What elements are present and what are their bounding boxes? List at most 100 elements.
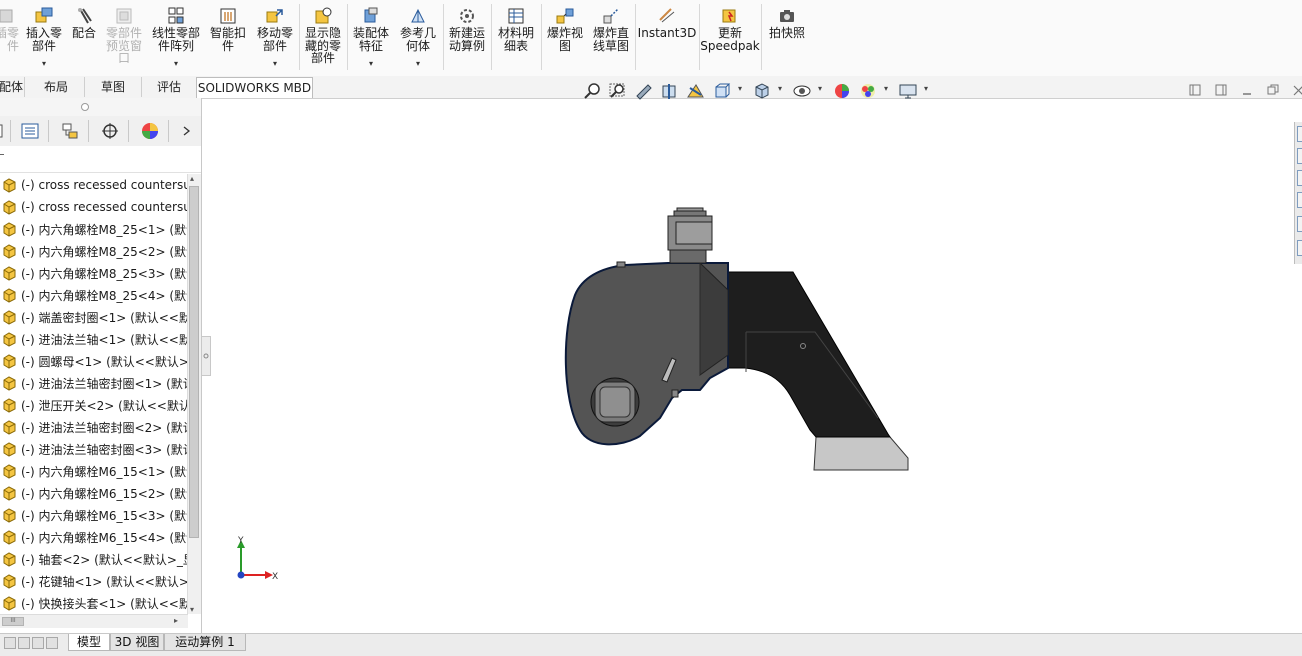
tree-item[interactable]: (-) 端盖密封圈<1> (默认<<默 xyxy=(0,306,188,328)
task-pane-appearances-icon[interactable] xyxy=(1297,216,1302,232)
feature-tree: (-) cross recessed countersu (-) cross re… xyxy=(0,174,188,614)
part-icon xyxy=(3,178,16,193)
reference-geometry-button[interactable]: 参考几 何体 ▾ xyxy=(394,2,442,72)
insert-component-icon xyxy=(35,7,53,23)
chevron-down-icon[interactable]: ▾ xyxy=(42,59,46,68)
tree-item[interactable]: (-) 进油法兰轴<1> (默认<<默 xyxy=(0,328,188,350)
tree-vertical-scrollbar[interactable]: ▴ ▾ xyxy=(187,174,201,614)
panel-grip[interactable] xyxy=(0,98,201,116)
tree-item[interactable]: (-) 进油法兰轴密封圈<1> (默认 xyxy=(0,372,188,394)
tree-item[interactable]: (-) 花键轴<1> (默认<<默认>_ xyxy=(0,570,188,592)
mate-button[interactable]: 配合 xyxy=(68,2,100,72)
linear-pattern-button[interactable]: 线性零部 件阵列 ▾ xyxy=(148,2,204,72)
graphics-area[interactable]: Y X xyxy=(209,98,1294,633)
chevron-down-icon[interactable]: ▾ xyxy=(924,84,928,93)
component-preview-button[interactable]: 零部件 预览窗 口 xyxy=(100,2,148,72)
tab-model[interactable]: 模型 xyxy=(68,634,110,651)
restore-icon[interactable] xyxy=(1266,83,1280,97)
scroll-thumb[interactable]: III xyxy=(2,617,24,626)
tree-item[interactable]: (-) 内六角螺栓M8_25<1> (默认 xyxy=(0,218,188,240)
manager-tabs xyxy=(0,116,201,147)
chevron-down-icon[interactable]: ▾ xyxy=(778,84,782,93)
chevron-down-icon[interactable]: ▾ xyxy=(818,84,822,93)
task-pane-resources-icon[interactable] xyxy=(1297,148,1302,164)
chevron-down-icon[interactable]: ▾ xyxy=(369,59,373,68)
tree-item[interactable]: (-) 进油法兰轴密封圈<2> (默认 xyxy=(0,416,188,438)
tab-3d-views[interactable]: 3D 视图 xyxy=(110,634,164,651)
new-motion-study-button[interactable]: 新建运 动算例 xyxy=(444,2,490,72)
bill-of-materials-button[interactable]: 材料明 细表 xyxy=(492,2,540,72)
tree-filter-row[interactable] xyxy=(0,146,201,173)
tree-item[interactable]: (-) 内六角螺栓M8_25<3> (默认 xyxy=(0,262,188,284)
prev-tab-icon[interactable] xyxy=(18,637,30,649)
chevron-down-icon[interactable]: ▾ xyxy=(174,59,178,68)
scroll-right-icon[interactable]: ▸ xyxy=(174,616,178,625)
scroll-down-icon[interactable]: ▾ xyxy=(190,605,194,614)
tree-item[interactable]: (-) 内六角螺栓M6_15<1> (默认 xyxy=(0,460,188,482)
assembly-features-icon xyxy=(364,7,378,23)
chevron-down-icon[interactable]: ▾ xyxy=(416,59,420,68)
take-snapshot-button[interactable]: 拍快照 xyxy=(762,2,812,72)
tile-right-icon[interactable] xyxy=(1214,83,1228,97)
move-component-button[interactable]: 移动零 部件 ▾ xyxy=(252,2,298,72)
tree-horizontal-scrollbar[interactable]: III ▸ xyxy=(0,614,188,628)
tree-item[interactable]: (-) 轴套<2> (默认<<默认>_显 xyxy=(0,548,188,570)
tree-item[interactable]: (-) cross recessed countersu xyxy=(0,196,188,218)
component-preview-icon xyxy=(116,8,132,24)
chevron-down-icon[interactable]: ▾ xyxy=(273,59,277,68)
minimize-icon[interactable] xyxy=(1240,83,1254,97)
tab-sketch[interactable]: 草图 xyxy=(85,77,142,97)
last-tab-icon[interactable] xyxy=(46,637,58,649)
ribbon-button-cut[interactable]: 插零 件 xyxy=(0,2,20,72)
tree-item[interactable]: (-) 圆螺母<1> (默认<<默认>_ xyxy=(0,350,188,372)
tab-solidworks-mbd[interactable]: SOLIDWORKS MBD xyxy=(196,77,313,98)
coordinate-triad: Y X xyxy=(237,536,278,582)
scroll-thumb[interactable] xyxy=(189,186,199,538)
assembly-features-button[interactable]: 装配体 特征 ▾ xyxy=(348,2,394,72)
task-pane-custom-properties-icon[interactable] xyxy=(1297,240,1302,256)
update-speedpak-button[interactable]: 更新 Speedpak xyxy=(700,2,760,72)
tree-item[interactable]: (-) 内六角螺栓M8_25<2> (默认 xyxy=(0,240,188,262)
tree-item[interactable]: (-) 泄压开关<2> (默认<<默认 xyxy=(0,394,188,416)
task-pane-file-explorer-icon[interactable] xyxy=(1297,192,1302,208)
explode-line-sketch-button[interactable]: 爆炸直 线草图 xyxy=(588,2,634,72)
tree-item[interactable]: (-) 内六角螺栓M6_15<4> (默认 xyxy=(0,526,188,548)
configuration-manager-icon xyxy=(62,123,78,139)
tile-left-icon[interactable] xyxy=(1188,83,1202,97)
next-tab-icon[interactable] xyxy=(32,637,44,649)
part-icon xyxy=(3,508,16,523)
tab-assembly[interactable]: 配体 xyxy=(0,77,25,97)
tabs-next-arrow[interactable] xyxy=(172,120,200,142)
part-icon xyxy=(3,288,16,303)
tab-configuration-manager[interactable] xyxy=(52,120,89,142)
tree-item-label: (-) 内六角螺栓M8_25<2> (默认 xyxy=(21,244,188,259)
chevron-down-icon[interactable]: ▾ xyxy=(884,84,888,93)
task-pane-home-icon[interactable] xyxy=(1297,126,1302,142)
chevron-down-icon[interactable]: ▾ xyxy=(738,84,742,93)
tab-display-manager[interactable] xyxy=(132,120,169,142)
part-icon xyxy=(3,442,16,457)
exploded-view-button[interactable]: 爆炸视 图 xyxy=(542,2,588,72)
close-icon[interactable] xyxy=(1290,83,1302,97)
insert-component-button[interactable]: 插入零 部件 ▾ xyxy=(20,2,68,72)
tree-item[interactable]: (-) 内六角螺栓M6_15<2> (默认 xyxy=(0,482,188,504)
tree-item[interactable]: (-) 进油法兰轴密封圈<3> (默认 xyxy=(0,438,188,460)
first-tab-icon[interactable] xyxy=(4,637,16,649)
tab-dimxpert-manager[interactable] xyxy=(92,120,129,142)
tab-evaluate[interactable]: 评估 xyxy=(142,77,197,97)
tab-property-manager[interactable] xyxy=(12,120,49,142)
task-pane-design-library-icon[interactable] xyxy=(1297,170,1302,186)
tree-item[interactable]: (-) cross recessed countersu xyxy=(0,174,188,196)
instant3d-button[interactable]: Instant3D xyxy=(636,2,698,72)
show-hidden-components-button[interactable]: 显示隐 藏的零 部件 xyxy=(300,2,346,72)
smart-fasteners-button[interactable]: 智能扣 件 xyxy=(204,2,252,72)
tab-feature-manager[interactable] xyxy=(0,120,11,142)
torque-wrench-model[interactable] xyxy=(564,207,909,471)
tab-layout[interactable]: 布局 xyxy=(28,77,85,97)
bottom-tab-bar: 模型 3D 视图 运动算例 1 xyxy=(0,633,1302,656)
tree-item[interactable]: (-) 内六角螺栓M8_25<4> (默认 xyxy=(0,284,188,306)
scroll-up-icon[interactable]: ▴ xyxy=(190,174,194,183)
tree-item[interactable]: (-) 内六角螺栓M6_15<3> (默认 xyxy=(0,504,188,526)
tab-motion-study-1[interactable]: 运动算例 1 xyxy=(164,634,246,651)
tree-item[interactable]: (-) 快换接头套<1> (默认<<默 xyxy=(0,592,188,614)
